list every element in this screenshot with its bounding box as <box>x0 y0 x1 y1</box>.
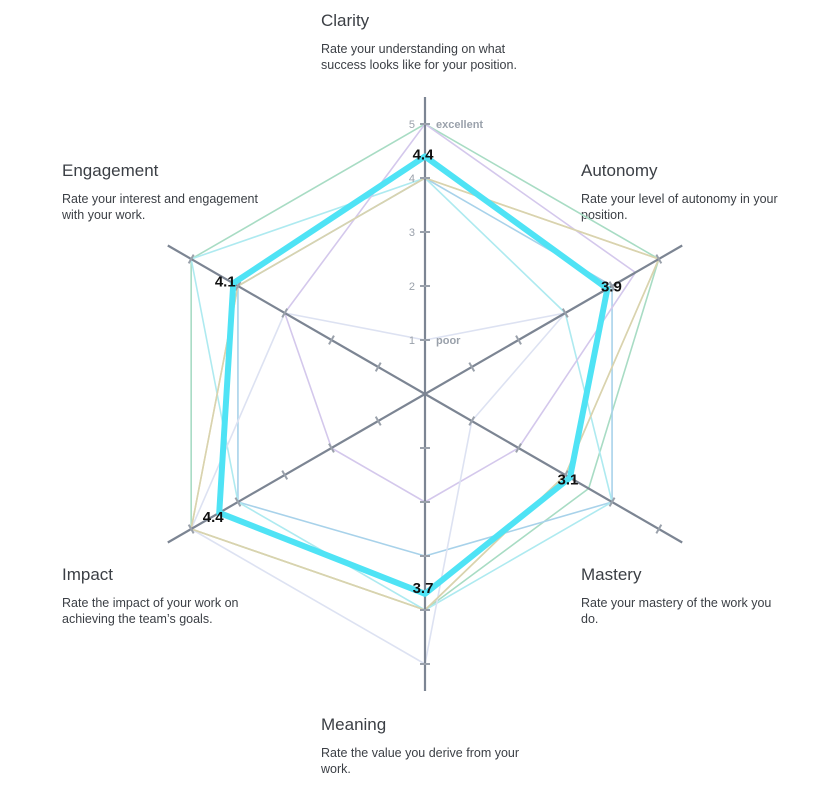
axis-mastery <box>424 393 683 544</box>
axis-autonomy <box>424 244 683 395</box>
axes-group: 1 2 3 4 5 excellent poor <box>167 97 683 691</box>
scale-tick-label: 5 <box>409 119 415 131</box>
scale-tick-label: 2 <box>409 281 415 293</box>
scale-word-excellent: excellent <box>436 119 483 131</box>
highlight-series-group <box>216 153 611 597</box>
score-label-autonomy: 3.9 <box>601 279 622 296</box>
score-label-mastery: 3.1 <box>558 472 579 489</box>
score-label-engagement: 4.1 <box>215 273 236 290</box>
score-label-meaning: 3.7 <box>413 580 434 597</box>
scale-tick-label: 1 <box>409 335 415 347</box>
scale-tick-label: 3 <box>409 227 415 239</box>
score-label-clarity: 4.4 <box>413 146 435 163</box>
highlight-series-line <box>216 153 611 597</box>
scale-tick-label: 4 <box>409 173 415 185</box>
axis-engagement <box>167 244 426 395</box>
score-label-impact: 4.4 <box>203 509 225 526</box>
scale-word-poor: poor <box>436 335 461 347</box>
radar-chart: 1 2 3 4 5 excellent poor 4.4 3.9 3.1 3.7 4.4 4.1 <box>167 97 683 691</box>
